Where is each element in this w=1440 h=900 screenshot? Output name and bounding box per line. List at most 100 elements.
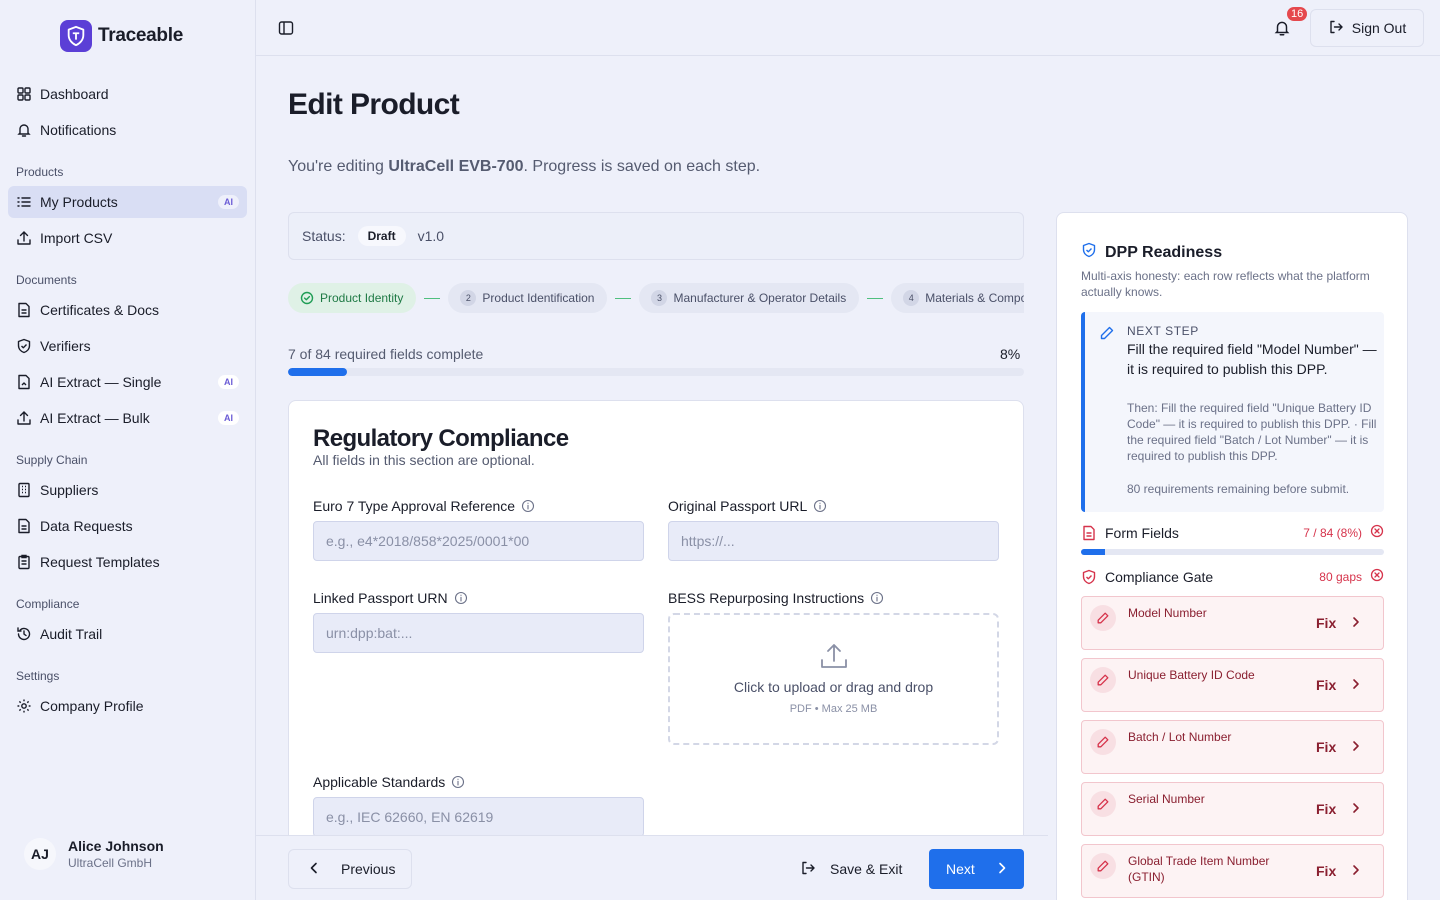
sidebar-item-my-products[interactable]: My Products AI <box>8 186 247 218</box>
info-icon[interactable] <box>454 591 468 605</box>
status-bar: Status: Draft v1.0 <box>288 212 1024 260</box>
sidebar-item-dashboard[interactable]: Dashboard <box>8 78 247 110</box>
upload-hint: PDF • Max 25 MB <box>789 703 878 715</box>
progress-bar-fill <box>288 368 347 376</box>
gap-label: Unique Battery ID Code <box>1128 668 1255 682</box>
field-label-text: Applicable Standards <box>313 774 446 790</box>
standards-input[interactable] <box>313 797 644 837</box>
sidebar: Traceable Dashboard Notifications Produc… <box>0 0 256 900</box>
fix-button[interactable]: Fix <box>1316 863 1360 879</box>
ai-badge: AI <box>218 195 239 209</box>
sidebar-section-title: Settings <box>16 669 60 683</box>
status-label: Status: <box>302 228 346 244</box>
step-label: Product Identification <box>482 291 595 305</box>
linked-urn-label: Linked Passport URN <box>313 590 468 606</box>
product-name: UltraCell EVB-700 <box>388 158 524 175</box>
sidebar-item-import-csv[interactable]: Import CSV <box>8 222 247 254</box>
fix-button[interactable]: Fix <box>1316 615 1360 631</box>
form-fields-progress-fill <box>1081 549 1106 555</box>
sidebar-item-notifications[interactable]: Notifications <box>8 114 247 146</box>
sidebar-item-audit-trail[interactable]: Audit Trail <box>8 618 247 650</box>
sidebar-item-ai-extract-bulk[interactable]: AI Extract — Bulk AI <box>8 402 247 434</box>
step-manufacturer-operator[interactable]: 3 Manufacturer & Operator Details <box>639 283 860 313</box>
save-exit-button[interactable]: Save & Exit <box>800 849 902 889</box>
info-icon[interactable] <box>870 591 884 605</box>
fix-label: Fix <box>1316 739 1337 755</box>
chevron-left-icon <box>309 861 319 877</box>
step-label: Materials & Composition <box>925 291 1024 305</box>
sidebar-item-data-requests[interactable]: Data Requests <box>8 510 247 542</box>
info-icon[interactable] <box>521 499 535 513</box>
panel-title: DPP Readiness <box>1081 242 1222 263</box>
next-step-kicker: NEXT STEP <box>1127 324 1199 338</box>
info-icon[interactable] <box>813 499 827 513</box>
bess-upload-dropzone[interactable]: Click to upload or drag and drop PDF • M… <box>668 613 999 745</box>
version-label: v1.0 <box>417 228 445 244</box>
euro7-input[interactable] <box>313 521 644 561</box>
form-fields-row: Form Fields 7 / 84 (8%) <box>1081 524 1384 541</box>
sidebar-item-ai-extract-single[interactable]: AI Extract — Single AI <box>8 366 247 398</box>
clipboard-icon <box>16 554 32 570</box>
compliance-gate-label: Compliance Gate <box>1105 568 1214 585</box>
user-name: Alice Johnson <box>68 838 164 854</box>
fix-button[interactable]: Fix <box>1316 801 1360 817</box>
sign-out-label: Sign Out <box>1351 20 1407 36</box>
next-button[interactable]: Next <box>929 849 1024 889</box>
field-label-text: Euro 7 Type Approval Reference <box>313 498 516 514</box>
grid-icon <box>16 86 32 102</box>
file-icon <box>1081 525 1097 541</box>
progress-text: 7 of 84 required fields complete <box>288 346 484 362</box>
sidebar-item-request-templates[interactable]: Request Templates <box>8 546 247 578</box>
gap-item-serial-number[interactable]: Serial Number Fix <box>1081 782 1384 836</box>
step-connector <box>424 297 441 299</box>
form-fields-label: Form Fields <box>1105 524 1179 541</box>
sidebar-item-label: My Products <box>40 194 118 210</box>
chevron-right-icon <box>1352 677 1360 693</box>
user-profile[interactable]: AJ Alice Johnson UltraCell GmbH <box>24 838 164 870</box>
sidebar-item-label: Notifications <box>40 122 117 138</box>
notification-count-badge: 16 <box>1285 5 1310 23</box>
fix-label: Fix <box>1316 615 1337 631</box>
step-label: Manufacturer & Operator Details <box>673 291 847 305</box>
step-product-identification[interactable]: 2 Product Identification <box>448 283 608 313</box>
compliance-gate-row: Compliance Gate 80 gaps <box>1081 568 1384 585</box>
x-circle-icon <box>1370 568 1384 585</box>
panel-description: Multi-axis honesty: each row reflects wh… <box>1081 269 1370 299</box>
sidebar-section-title: Compliance <box>16 597 80 611</box>
sign-out-button[interactable]: Sign Out <box>1310 9 1424 47</box>
fix-button[interactable]: Fix <box>1316 677 1360 693</box>
status-badge: Draft <box>357 226 406 246</box>
fix-button[interactable]: Fix <box>1316 739 1360 755</box>
notifications-bell-icon[interactable] <box>1273 19 1291 37</box>
building-icon <box>16 482 32 498</box>
step-label: Product Identity <box>320 291 404 305</box>
sidebar-toggle-icon[interactable] <box>278 20 294 36</box>
gap-label: Model Number <box>1128 606 1207 620</box>
info-icon[interactable] <box>451 775 465 789</box>
next-step-then: Then: Fill the required field "Unique Ba… <box>1127 401 1377 463</box>
panel-title-text: DPP Readiness <box>1105 243 1223 261</box>
gap-item-unique-battery-id[interactable]: Unique Battery ID Code Fix <box>1081 658 1384 712</box>
step-product-identity[interactable]: Product Identity <box>288 283 417 313</box>
gap-item-model-number[interactable]: Model Number Fix <box>1081 596 1384 650</box>
sidebar-item-certificates[interactable]: Certificates & Docs <box>8 294 247 326</box>
app-logo[interactable]: Traceable <box>60 20 183 52</box>
sidebar-item-label: AI Extract — Bulk <box>40 410 150 426</box>
sidebar-item-company-profile[interactable]: Company Profile <box>8 690 247 722</box>
previous-button[interactable]: Previous <box>288 849 412 889</box>
previous-label: Previous <box>341 861 396 877</box>
gap-item-gtin[interactable]: Global Trade Item Number (GTIN) Fix <box>1081 844 1384 898</box>
passport-url-input[interactable] <box>668 521 999 561</box>
linked-urn-input[interactable] <box>313 613 644 653</box>
list-icon <box>16 194 32 210</box>
gap-item-batch-lot[interactable]: Batch / Lot Number Fix <box>1081 720 1384 774</box>
sidebar-item-label: Company Profile <box>40 698 144 714</box>
page-title: Edit Product <box>288 88 460 121</box>
gap-label: Global Trade Item Number (GTIN) <box>1128 854 1270 884</box>
step-materials[interactable]: 4 Materials & Composition <box>891 283 1024 313</box>
chevron-right-icon <box>997 861 1007 877</box>
progress-bar <box>288 368 1024 376</box>
sidebar-item-verifiers[interactable]: Verifiers <box>8 330 247 362</box>
chevron-right-icon <box>1352 863 1360 879</box>
sidebar-item-suppliers[interactable]: Suppliers <box>8 474 247 506</box>
